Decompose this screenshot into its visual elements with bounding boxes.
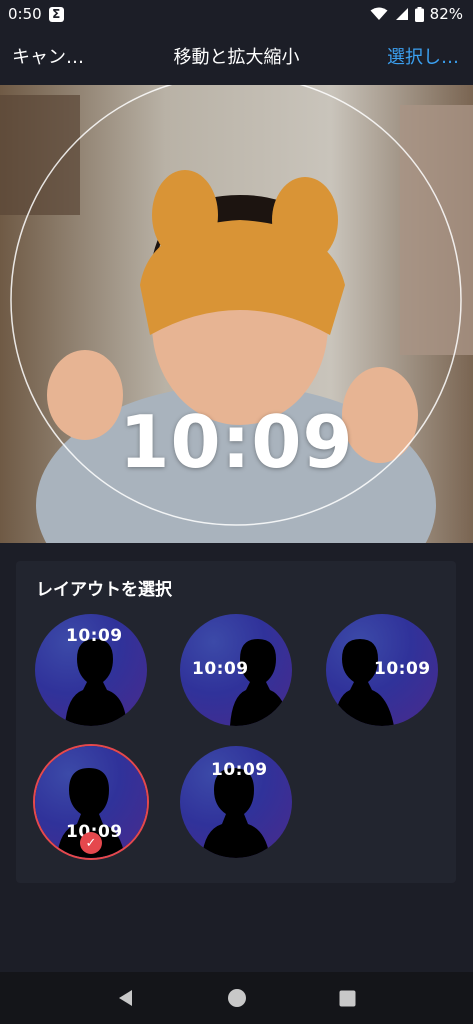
layout-option-time: 10:09	[374, 659, 431, 679]
layout-option-time-top[interactable]: 10:09	[35, 614, 147, 726]
recents-button[interactable]	[328, 978, 368, 1018]
headband-ear-left	[152, 170, 218, 260]
selected-check-icon: ✓	[80, 832, 102, 854]
layout-option-time-bottom[interactable]: 10:09 ✓	[35, 746, 147, 858]
photo-preview[interactable]: 10:09	[0, 85, 473, 543]
status-time: 0:50	[8, 5, 42, 23]
layout-panel: レイアウトを選択 10:09 10:09 10:09 10:09 ✓ 10:09	[16, 561, 456, 883]
layout-option-time-top-large[interactable]: 10:09	[180, 746, 292, 858]
preview-clock: 10:09	[119, 400, 354, 484]
home-icon	[227, 989, 246, 1007]
headband-ear-right	[272, 177, 338, 263]
layout-option-time: 10:09	[192, 659, 249, 679]
wifi-icon	[370, 7, 388, 20]
status-bar: 0:50 Σ 82%	[0, 0, 473, 28]
toolbar: キャン… 移動と拡大縮小 選択し…	[0, 28, 473, 84]
layout-panel-title: レイアウトを選択	[36, 580, 172, 600]
back-button[interactable]	[106, 978, 146, 1018]
battery-icon	[414, 6, 424, 22]
layout-option-time-left[interactable]: 10:09	[180, 614, 292, 726]
app-notification-icon: Σ	[48, 6, 64, 22]
wall-shelf	[0, 95, 80, 215]
recents-icon	[339, 990, 356, 1006]
cancel-button[interactable]: キャン…	[12, 43, 84, 69]
navigation-bar	[0, 972, 473, 1024]
layout-option-time-right[interactable]: 10:09	[326, 614, 438, 726]
select-button[interactable]: 選択し…	[387, 43, 459, 69]
layout-option-time: 10:09	[66, 626, 123, 646]
battery-percent: 82%	[429, 5, 463, 23]
layout-option-time: 10:09	[211, 760, 268, 780]
curtain	[400, 105, 473, 355]
signal-icon	[395, 8, 408, 20]
back-icon	[118, 990, 132, 1006]
home-button[interactable]	[217, 978, 257, 1018]
